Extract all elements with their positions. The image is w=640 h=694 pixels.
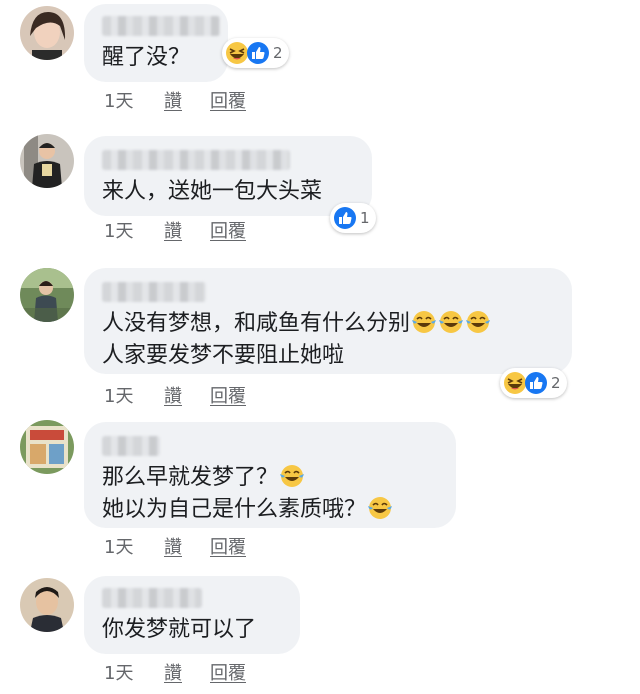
timestamp[interactable]: 1天	[104, 659, 164, 685]
comment-text: 来人，送她一包大头菜	[102, 179, 323, 204]
like-reaction-icon	[246, 41, 270, 65]
avatar[interactable]	[20, 134, 74, 188]
reply-link[interactable]: 回覆	[210, 217, 246, 243]
comment-text: 那么早就发梦了？ 她以为自己是什么素质哦？	[102, 462, 438, 526]
tears-of-joy-emoji	[465, 309, 491, 335]
reaction-count: 2	[551, 374, 561, 392]
like-reaction-icon	[333, 206, 357, 230]
timestamp[interactable]: 1天	[104, 533, 164, 559]
comment-actions: 1天 讚 回覆	[104, 382, 246, 408]
like-link[interactable]: 讚	[164, 217, 210, 243]
like-link[interactable]: 讚	[164, 659, 210, 685]
commenter-name-blurred[interactable]	[102, 150, 290, 170]
commenter-name-blurred[interactable]	[102, 16, 220, 36]
commenter-name-blurred[interactable]	[102, 436, 160, 456]
comment-text: 人没有梦想，和咸鱼有什么分别 人家要发梦不要阻止她啦	[102, 308, 554, 372]
commenter-name-blurred[interactable]	[102, 588, 202, 608]
comment-bubble: 来人，送她一包大头菜	[84, 136, 372, 216]
comment-actions: 1天 讚 回覆	[104, 217, 246, 243]
reply-link[interactable]: 回覆	[210, 533, 246, 559]
reaction-summary[interactable]: 2	[222, 38, 289, 68]
comment-bubble: 人没有梦想，和咸鱼有什么分别 人家要发梦不要阻止她啦	[84, 268, 572, 374]
avatar[interactable]	[20, 578, 74, 632]
reaction-count: 2	[273, 44, 283, 62]
tears-of-joy-emoji	[367, 495, 393, 521]
comment-bubble: 醒了没？	[84, 4, 228, 82]
comment-bubble: 那么早就发梦了？ 她以为自己是什么素质哦？	[84, 422, 456, 528]
avatar[interactable]	[20, 268, 74, 322]
reaction-summary[interactable]: 1	[330, 203, 376, 233]
tears-of-joy-emoji	[411, 309, 437, 335]
comment-text: 醒了没？	[102, 45, 191, 70]
like-reaction-icon	[524, 371, 548, 395]
comment-actions: 1天 讚 回覆	[104, 533, 246, 559]
like-link[interactable]: 讚	[164, 382, 210, 408]
reply-link[interactable]: 回覆	[210, 87, 246, 113]
reaction-count: 1	[360, 209, 370, 227]
avatar[interactable]	[20, 420, 74, 474]
tears-of-joy-emoji	[438, 309, 464, 335]
comment-text: 你发梦就可以了	[102, 617, 257, 642]
like-link[interactable]: 讚	[164, 533, 210, 559]
reaction-summary[interactable]: 2	[500, 368, 567, 398]
timestamp[interactable]: 1天	[104, 217, 164, 243]
comment-actions: 1天 讚 回覆	[104, 87, 246, 113]
timestamp[interactable]: 1天	[104, 87, 164, 113]
timestamp[interactable]: 1天	[104, 382, 164, 408]
comment-actions: 1天 讚 回覆	[104, 659, 246, 685]
tears-of-joy-emoji	[279, 463, 305, 489]
commenter-name-blurred[interactable]	[102, 282, 206, 302]
reply-link[interactable]: 回覆	[210, 659, 246, 685]
reply-link[interactable]: 回覆	[210, 382, 246, 408]
like-link[interactable]: 讚	[164, 87, 210, 113]
avatar[interactable]	[20, 6, 74, 60]
comment-bubble: 你发梦就可以了	[84, 576, 300, 654]
